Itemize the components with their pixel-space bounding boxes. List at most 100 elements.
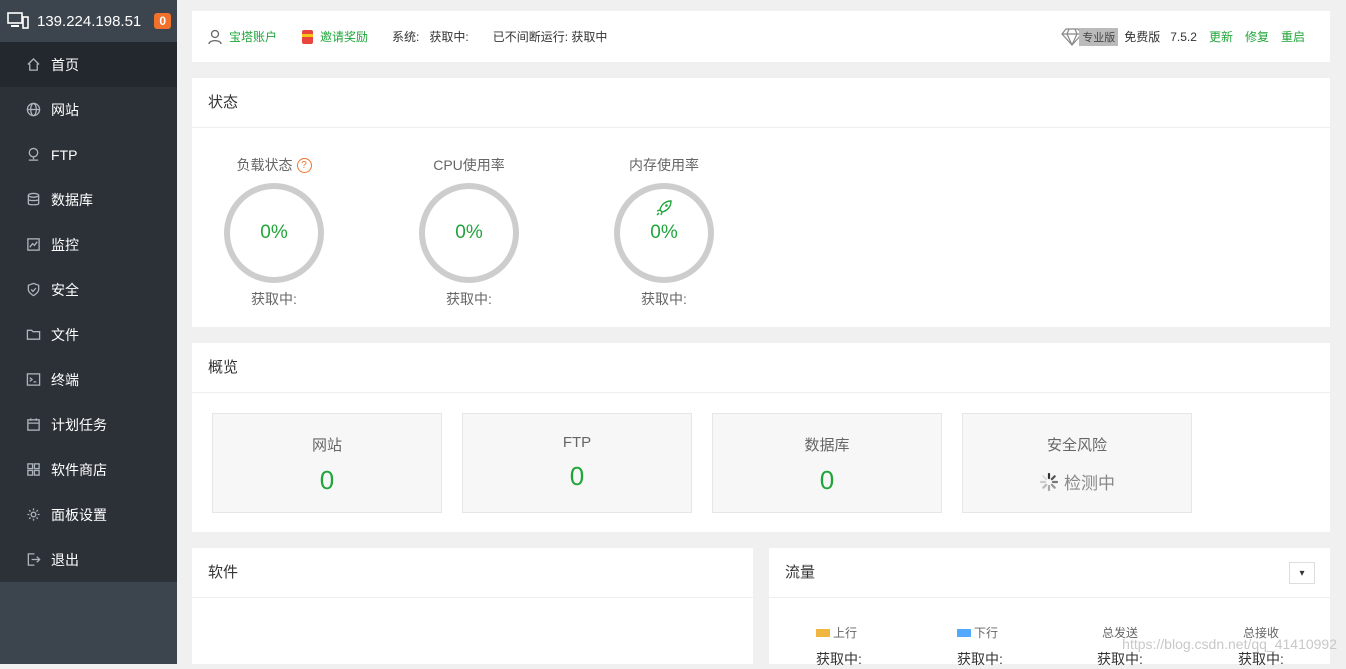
database-icon <box>24 191 42 209</box>
version-number: 7.5.2 <box>1170 29 1197 44</box>
help-icon[interactable]: ? <box>296 157 312 173</box>
sidebar-item-store[interactable]: 软件商店 <box>0 447 177 492</box>
sidebar-nav: 首页 网站 FTP 数据库 监控 安全 文件 终端 计划任务 软件商店 面板设置… <box>0 42 177 582</box>
memory-value: 0% <box>650 222 678 243</box>
software-title: 软件 <box>192 548 753 598</box>
load-gauge: 负载状态 ? 0% 获取中: <box>219 154 329 309</box>
message-badge[interactable]: 0 <box>154 13 171 29</box>
overview-card-website[interactable]: 网站 0 <box>212 413 442 513</box>
restart-link[interactable]: 重启 <box>1281 28 1305 45</box>
sidebar-item-terminal[interactable]: 终端 <box>0 357 177 402</box>
card-label: 网站 <box>311 437 342 454</box>
upload-value: 获取中: <box>816 651 862 667</box>
system-label: 系统: <box>392 30 420 44</box>
card-value: 0 <box>569 461 585 491</box>
grid-icon <box>24 461 42 479</box>
invite-link[interactable]: 邀请奖励 <box>301 28 368 45</box>
account-label: 宝塔账户 <box>229 30 278 44</box>
sidebar-item-website[interactable]: 网站 <box>0 87 177 132</box>
software-panel: 软件 <box>192 548 753 664</box>
overview-panel: 概览 网站 0 FTP 0 数据库 0 安全风险 检测中 <box>192 343 1330 532</box>
system-value: 获取中: <box>429 30 469 44</box>
card-value: 检测中 <box>1064 474 1115 493</box>
repair-link[interactable]: 修复 <box>1245 28 1269 45</box>
download-stat: 下行 获取中: <box>957 624 1077 669</box>
monitor-icon <box>24 236 42 254</box>
watermark: https://blog.csdn.net/qq_41410992 <box>1122 636 1337 652</box>
sidebar-item-monitor[interactable]: 监控 <box>0 222 177 267</box>
memory-sub: 获取中: <box>641 291 687 307</box>
sidebar-item-cron[interactable]: 计划任务 <box>0 402 177 447</box>
sidebar-item-label: 终端 <box>51 371 79 388</box>
cpu-value: 0% <box>455 222 483 243</box>
download-swatch <box>957 628 971 637</box>
pro-edition-badge[interactable]: 专业版 <box>1061 27 1119 46</box>
sidebar-item-label: 退出 <box>51 551 79 568</box>
load-label: 负载状态 <box>236 157 293 173</box>
sidebar-item-label: 文件 <box>51 326 79 343</box>
memory-label: 内存使用率 <box>629 157 699 173</box>
sidebar-item-ftp[interactable]: FTP <box>0 132 177 177</box>
edition-label: 免费版 <box>1124 30 1161 44</box>
cpu-gauge: CPU使用率 0% 获取中: <box>414 154 524 309</box>
shield-icon <box>24 281 42 299</box>
home-icon <box>24 56 42 74</box>
sidebar-item-label: 网站 <box>51 101 79 118</box>
card-label: FTP <box>562 434 592 451</box>
upload-label: 上行 <box>833 626 858 640</box>
total-received-value: 获取中: <box>1238 651 1284 667</box>
gift-icon <box>302 29 314 44</box>
sidebar-item-label: 数据库 <box>51 191 93 208</box>
globe-icon <box>24 101 42 119</box>
monitor-device-icon <box>7 12 29 29</box>
cpu-ring[interactable]: 0% <box>419 183 519 283</box>
overview-card-ftp[interactable]: FTP 0 <box>462 413 692 513</box>
sidebar-item-label: 安全 <box>51 281 79 298</box>
memory-ring[interactable]: 0% <box>614 183 714 283</box>
upload-swatch <box>816 628 830 637</box>
sidebar-item-label: FTP <box>51 146 78 163</box>
sidebar-item-label: 软件商店 <box>51 461 107 478</box>
server-header[interactable]: 139.224.198.51 0 <box>0 0 177 42</box>
download-value: 获取中: <box>957 651 1003 667</box>
sidebar-item-logout[interactable]: 退出 <box>0 537 177 582</box>
traffic-title: 流量 <box>769 548 1330 598</box>
uptime-info: 已不间断运行: 获取中 <box>492 30 608 44</box>
pro-tag: 专业版 <box>1079 27 1119 46</box>
sidebar-item-security[interactable]: 安全 <box>0 267 177 312</box>
total-sent-value: 获取中: <box>1097 651 1143 667</box>
card-label: 数据库 <box>804 437 850 454</box>
folder-icon <box>24 326 42 344</box>
calendar-icon <box>24 416 42 434</box>
top-info-bar: 宝塔账户 邀请奖励 系统: 获取中: 已不间断运行: 获取中 专业版 免费版 7… <box>192 11 1330 62</box>
account-link[interactable]: 宝塔账户 <box>207 28 277 45</box>
sidebar-item-database[interactable]: 数据库 <box>0 177 177 222</box>
status-panel: 状态 负载状态 ? 0% 获取中: CPU使用率 0% 获取中: 内存使用率 0… <box>192 78 1330 327</box>
sidebar-item-home[interactable]: 首页 <box>0 42 177 87</box>
status-title: 状态 <box>192 78 1330 128</box>
load-ring[interactable]: 0% <box>224 183 324 283</box>
sidebar-item-label: 首页 <box>51 56 79 73</box>
cpu-label: CPU使用率 <box>433 157 505 173</box>
upload-stat: 上行 获取中: <box>816 624 936 669</box>
load-sub: 获取中: <box>251 291 297 307</box>
card-value: 0 <box>819 465 835 495</box>
memory-gauge: 内存使用率 0% 获取中: <box>609 154 719 309</box>
sidebar-item-settings[interactable]: 面板设置 <box>0 492 177 537</box>
overview-card-security[interactable]: 安全风险 检测中 <box>962 413 1192 513</box>
update-link[interactable]: 更新 <box>1209 28 1233 45</box>
rocket-icon[interactable] <box>655 199 673 217</box>
loading-spinner-icon <box>1039 472 1059 491</box>
terminal-icon <box>24 371 42 389</box>
sidebar-item-files[interactable]: 文件 <box>0 312 177 357</box>
download-label: 下行 <box>974 626 999 640</box>
load-value: 0% <box>260 222 288 243</box>
gear-icon <box>24 506 42 524</box>
ftp-icon <box>24 146 42 164</box>
sidebar-item-label: 面板设置 <box>51 506 107 523</box>
network-select-dropdown[interactable]: ▾ <box>1289 562 1315 584</box>
user-icon <box>208 29 222 44</box>
system-info: 系统: 获取中: <box>392 28 469 45</box>
overview-card-database[interactable]: 数据库 0 <box>712 413 942 513</box>
overview-title: 概览 <box>192 343 1330 393</box>
